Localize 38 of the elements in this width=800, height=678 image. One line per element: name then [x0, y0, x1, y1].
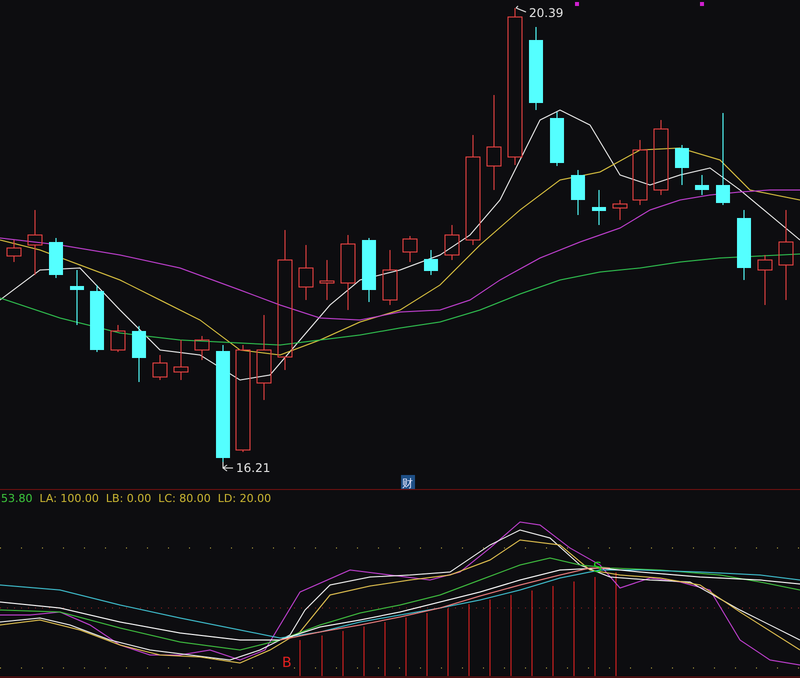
candlestick	[70, 270, 84, 326]
candlestick	[571, 170, 585, 216]
signal-marker: S	[593, 560, 602, 576]
indicator-legend-value: LB: 0.00	[106, 491, 152, 507]
indicator-legend-value: LD: 20.00	[218, 491, 272, 507]
indicator-legend-value: 53.80	[1, 491, 32, 507]
candlestick	[612, 200, 628, 220]
candlestick	[737, 210, 751, 280]
candlestick	[49, 238, 63, 278]
candlestick	[110, 324, 126, 352]
candlestick	[320, 260, 334, 300]
candlestick	[550, 112, 564, 166]
candlestick	[298, 244, 314, 300]
candlestick	[90, 284, 104, 352]
candlestick	[382, 250, 398, 306]
candlestick	[28, 210, 42, 276]
candlestick	[152, 354, 168, 380]
high-price-label: 20.39	[529, 6, 564, 20]
signal-marker: B	[282, 655, 292, 671]
candlestick	[174, 340, 188, 380]
leader-line	[222, 462, 234, 472]
candlestick	[592, 190, 606, 226]
candlestick	[675, 144, 689, 186]
candlestick	[132, 326, 146, 382]
low-price-label: 16.21	[236, 461, 270, 475]
candlestick	[424, 250, 438, 276]
candlestick	[758, 254, 772, 306]
event-marker-badge: 财	[401, 475, 415, 490]
candlestick	[444, 224, 460, 260]
candlestick	[632, 140, 648, 206]
candlestick	[695, 174, 709, 196]
candlestick	[362, 238, 376, 302]
candlestick	[402, 236, 418, 262]
leader-line	[516, 6, 526, 12]
indicator-legend-value: LC: 80.00	[158, 491, 211, 507]
candlestick	[6, 240, 22, 262]
candlestick	[194, 336, 210, 360]
indicator-legend-value: LA: 100.00	[40, 491, 99, 507]
